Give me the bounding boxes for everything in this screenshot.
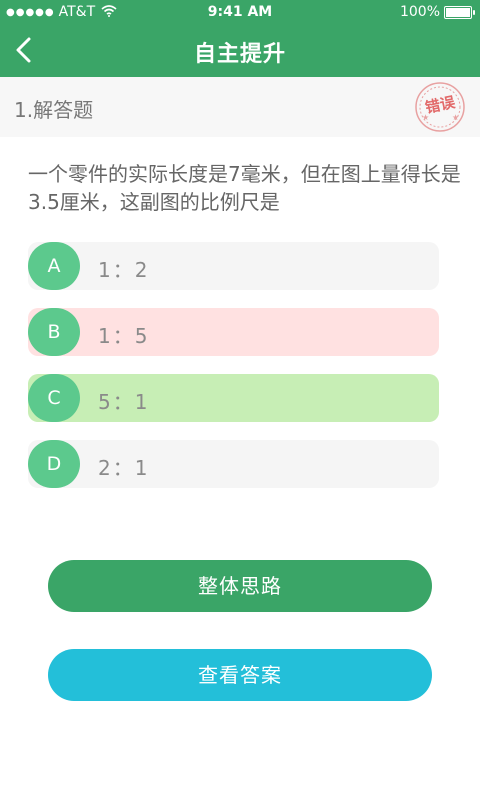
page-title: 自主提升 xyxy=(193,42,286,67)
option-letter: A xyxy=(28,242,80,290)
overall-thinking-button[interactable]: 整体思路 xyxy=(48,560,432,612)
option-d[interactable]: D 2：1 xyxy=(28,440,439,488)
option-text: 1：5 xyxy=(98,324,150,348)
question-header: 1.解答题 ★ ★ 错误 xyxy=(0,77,480,137)
nav-bar: 自主提升 xyxy=(0,24,480,77)
status-bar: ●●●●● AT&T 9:41 AM 100% xyxy=(0,0,480,24)
question-number: 1.解答题 xyxy=(14,98,94,122)
option-letter: C xyxy=(28,374,80,422)
option-letter: B xyxy=(28,308,80,356)
option-c[interactable]: C 5：1 xyxy=(28,374,439,422)
option-a[interactable]: A 1：2 xyxy=(28,242,439,290)
battery-icon xyxy=(444,5,475,19)
svg-text:★: ★ xyxy=(452,113,459,122)
question-text: 一个零件的实际长度是7毫米，但在图上量得长是3.5厘米，这副图的比例尺是 xyxy=(28,162,461,214)
option-text: 2：1 xyxy=(98,456,150,480)
battery-percent: 100% xyxy=(399,4,440,20)
option-letter: D xyxy=(28,440,80,488)
option-b[interactable]: B 1：5 xyxy=(28,308,439,356)
view-answer-button[interactable]: 查看答案 xyxy=(48,649,432,701)
status-right: 100% xyxy=(399,4,475,20)
wrong-stamp: ★ ★ 错误 xyxy=(414,81,466,133)
option-text: 1：2 xyxy=(98,258,150,282)
option-text: 5：1 xyxy=(98,390,150,414)
